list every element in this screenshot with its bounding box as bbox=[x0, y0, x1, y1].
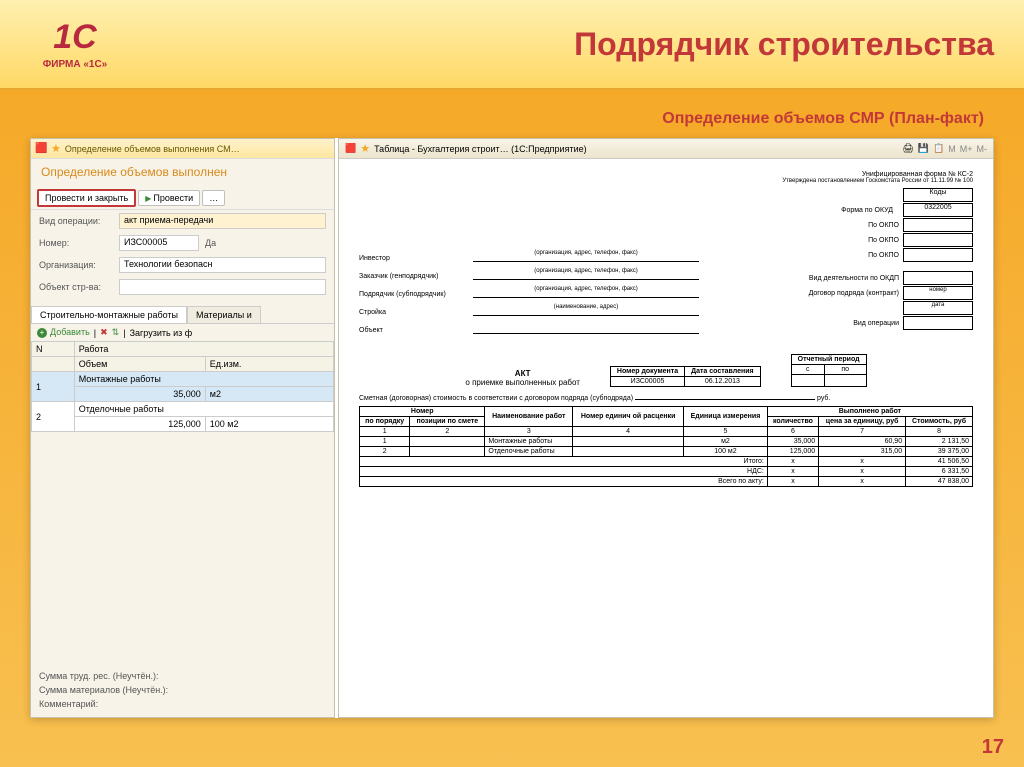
table-row: 2 Отделочные работы bbox=[32, 402, 334, 417]
okud-value: 0322005 bbox=[903, 203, 973, 217]
akt-block: АКТ о приемке выполненных работ Номер до… bbox=[359, 354, 973, 387]
form-titlebar: 🟥 ★ Определение объемов выполнения СМ… bbox=[31, 139, 334, 159]
save-icon[interactable]: 💾 bbox=[918, 143, 929, 154]
m-minus-icon[interactable]: M- bbox=[977, 144, 988, 154]
table-toolbar: Добавить | ✖ ⇅ | Загрузить из ф bbox=[31, 324, 334, 341]
toolbar-sep2: | bbox=[123, 328, 125, 338]
contract-label: Договор подряда (контракт) bbox=[809, 290, 899, 297]
field-number: Номер: ИЗС00005 Да bbox=[31, 232, 334, 254]
page-number: 17 bbox=[982, 736, 1004, 759]
subtitle: Определение объемов СМР (План-факт) bbox=[0, 90, 1024, 138]
cost-line: Сметная (договорная) стоимость в соответ… bbox=[359, 395, 973, 402]
org-label: Организация: bbox=[39, 260, 119, 270]
okpo-label2: По ОКПО bbox=[868, 237, 899, 244]
customer-label: Заказчик (генподрядчик) bbox=[359, 273, 469, 280]
form-toolbar: Провести и закрыть Провести … bbox=[31, 187, 334, 210]
calc-icon[interactable]: 📋 bbox=[933, 143, 944, 154]
okpo-label3: По ОКПО bbox=[868, 252, 899, 259]
star-icon[interactable]: ★ bbox=[51, 142, 61, 155]
approved-note: Утверждена постановлением Госкомстата Ро… bbox=[782, 178, 973, 184]
form-titlebar-text: Определение объемов выполнения СМ… bbox=[65, 144, 240, 154]
object-label: Объект стр-ва: bbox=[39, 282, 119, 292]
tabs: Строительно-монтажные работы Материалы и bbox=[31, 306, 334, 324]
report-titlebar: 🟥 ★ Таблица - Бухгалтерия строит… (1С:Пр… bbox=[339, 139, 993, 159]
contract-date: дата bbox=[903, 301, 973, 315]
field-operation-type: Вид операции: акт приема-передачи bbox=[31, 210, 334, 232]
header-band: 1С ФИРМА «1С» Подрядчик строительства bbox=[0, 0, 1024, 90]
building-label: Стройка bbox=[359, 309, 469, 316]
app-icon: 🟥 bbox=[35, 143, 47, 155]
report-body: Унифицированная форма № КС-2 Утверждена … bbox=[339, 159, 993, 499]
star-icon[interactable]: ★ bbox=[360, 142, 370, 155]
materials-sum: Сумма материалов (Неучтён.): bbox=[39, 683, 326, 697]
content-area: 🟥 ★ Определение объемов выполнения СМ… О… bbox=[30, 138, 994, 718]
load-button[interactable]: Загрузить из ф bbox=[130, 328, 193, 338]
tab-works[interactable]: Строительно-монтажные работы bbox=[31, 306, 187, 323]
object-value[interactable] bbox=[119, 279, 326, 295]
okud-label: Форма по ОКУД bbox=[841, 207, 893, 214]
contractor-label: Подрядчик (субподрядчик) bbox=[359, 291, 469, 298]
th-volume: Объем bbox=[74, 357, 205, 372]
okpo-label: По ОКПО bbox=[868, 222, 899, 229]
copy-icon[interactable]: ⇅ bbox=[112, 327, 120, 338]
table-row: 35,000 м2 bbox=[32, 387, 334, 402]
more-button[interactable]: … bbox=[202, 190, 225, 206]
print-icon[interactable]: 🖨 bbox=[902, 143, 913, 154]
investor-label: Инвестор bbox=[359, 255, 469, 262]
delete-icon[interactable]: ✖ bbox=[100, 327, 108, 338]
date-label: Да bbox=[205, 238, 225, 248]
field-object: Объект стр-ва: bbox=[31, 276, 334, 298]
form-heading: Определение объемов выполнен bbox=[31, 159, 334, 187]
report-window: 🟥 ★ Таблица - Бухгалтерия строит… (1С:Пр… bbox=[338, 138, 994, 718]
form-window: 🟥 ★ Определение объемов выполнения СМ… О… bbox=[30, 138, 335, 718]
table-row: 125,000 100 м2 bbox=[32, 417, 334, 432]
labor-sum: Сумма труд. рес. (Неучтён.): bbox=[39, 669, 326, 683]
app-icon: 🟥 bbox=[345, 143, 356, 154]
m-plus-icon[interactable]: M+ bbox=[960, 144, 973, 154]
akt-subtitle: о приемке выполненных работ bbox=[465, 378, 580, 387]
works-table[interactable]: N Работа Объем Ед.изм. 1 Монтажные работ… bbox=[31, 341, 334, 432]
okpo-box bbox=[903, 218, 973, 232]
table-row: 1Монтажные работым235,00060,902 131,50 bbox=[360, 437, 973, 447]
th-n: N bbox=[32, 342, 75, 357]
comment-label: Комментарий: bbox=[39, 697, 326, 711]
th-unit: Ед.изм. bbox=[205, 357, 333, 372]
doc-num-table: Номер документаДата составления ИЗС00005… bbox=[610, 366, 761, 387]
akt-title: АКТ bbox=[465, 369, 580, 378]
th-work: Работа bbox=[74, 342, 333, 357]
number-label: Номер: bbox=[39, 238, 119, 248]
field-organization: Организация: Технологии безопасн bbox=[31, 254, 334, 276]
page-title: Подрядчик строительства bbox=[120, 26, 994, 63]
table-row: 1 Монтажные работы bbox=[32, 372, 334, 387]
kod-header: Коды bbox=[903, 188, 973, 202]
table-row: 2Отделочные работы100 м2125,000315,0039 … bbox=[360, 447, 973, 457]
period-table: Отчетный период спо bbox=[791, 354, 867, 387]
logo-mark: 1С bbox=[53, 18, 96, 57]
okdp-label: Вид деятельности по ОКДП bbox=[809, 275, 899, 282]
form-note: Унифицированная форма № КС-2 bbox=[782, 171, 973, 178]
logo-1c: 1С ФИРМА «1С» bbox=[30, 9, 120, 79]
post-and-close-button[interactable]: Провести и закрыть bbox=[37, 189, 136, 207]
add-button[interactable]: Добавить bbox=[37, 327, 90, 338]
post-button[interactable]: Провести bbox=[138, 190, 200, 206]
operation-label: Вид операции: bbox=[39, 216, 119, 226]
number-value[interactable]: ИЗС00005 bbox=[119, 235, 199, 251]
object-label: Объект bbox=[359, 327, 469, 334]
toolbar-sep: | bbox=[94, 328, 96, 338]
op-type-label: Вид операции bbox=[853, 320, 899, 327]
contract-num: номер bbox=[903, 286, 973, 300]
org-value[interactable]: Технологии безопасн bbox=[119, 257, 326, 273]
logo-caption: ФИРМА «1С» bbox=[43, 59, 108, 70]
report-title-text: Таблица - Бухгалтерия строит… (1С:Предпр… bbox=[374, 144, 587, 154]
tab-materials[interactable]: Материалы и bbox=[187, 306, 261, 323]
left-meta: Инвестор(организация, адрес, телефон, фа… bbox=[359, 250, 699, 334]
main-table: Номер Наименование работ Номер единич ой… bbox=[359, 406, 973, 487]
operation-value[interactable]: акт приема-передачи bbox=[119, 213, 326, 229]
m-icon[interactable]: M bbox=[948, 144, 956, 154]
form-footer: Сумма труд. рес. (Неучтён.): Сумма матер… bbox=[39, 669, 326, 711]
